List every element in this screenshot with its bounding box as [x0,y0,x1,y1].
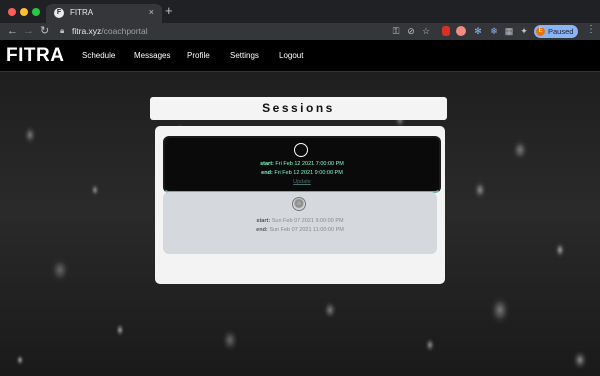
browser-toolbar: ← → ↻ 🔒︎ fitra.xyz/coachportal ⚿ ⊘ ☆ ✻ ❄… [0,23,600,40]
extension-snowflake-icon[interactable]: ❄ [488,25,500,37]
maximize-window-button[interactable] [32,8,40,16]
nav-logout[interactable]: Logout [279,51,303,61]
nav-settings[interactable]: Settings [230,51,259,61]
session-update-row: Update [165,179,439,186]
menu-icon[interactable]: ⋮ [586,24,596,35]
nav-profile[interactable]: Profile [187,51,210,61]
start-value: Sun Feb 07 2021 9:00:00 PM [271,218,344,224]
session-start: start: Sun Feb 07 2021 9:00:00 PM [163,218,437,225]
start-value: Fri Feb 12 2021 7:00:00 PM [275,161,344,167]
extension-pink-icon[interactable] [456,26,466,36]
new-tab-icon[interactable]: + [165,4,173,18]
puzzle-icon[interactable]: ✦ [518,25,530,37]
fitra-favicon-icon: F [54,8,64,18]
star-icon[interactable]: ☆ [420,25,432,37]
profile-button[interactable]: E Paused [534,25,578,38]
end-label: end: [261,170,273,176]
start-label: start: [256,218,271,224]
session-avatar-icon [292,197,306,211]
update-session-link[interactable]: Update [293,179,311,185]
site-navbar: FITRA Schedule Messages Profile Settings… [0,40,600,72]
reload-icon[interactable]: ↻ [40,24,49,38]
url-path: /coachportal [101,26,148,36]
tab-title: FITRA [70,8,94,17]
session-end: end: Sun Feb 07 2021 11:00:00 PM [163,227,437,234]
end-label: end: [256,227,268,233]
avatar: E [536,27,545,36]
session-card-upcoming[interactable]: start: Fri Feb 12 2021 7:00:00 PM end: F… [163,136,441,193]
forward-icon[interactable]: → [23,24,34,38]
sessions-list: start: Fri Feb 12 2021 7:00:00 PM end: F… [155,126,445,284]
brand-logo[interactable]: FITRA [6,45,64,67]
browser-tab-bar: F FITRA × + [0,0,600,23]
session-avatar-icon [294,143,308,157]
extension-grid-icon[interactable]: ▦ [503,25,515,37]
key-icon[interactable]: ⚿ [390,25,402,37]
nav-schedule[interactable]: Schedule [82,51,115,61]
profile-label: Paused [548,27,574,36]
page-background: FITRA Schedule Messages Profile Settings… [0,40,600,376]
tab-close-icon[interactable]: × [149,7,154,17]
start-label: start: [260,161,274,167]
session-card-past[interactable]: start: Sun Feb 07 2021 9:00:00 PM end: S… [163,192,437,254]
extension-gear-icon[interactable]: ✻ [472,25,484,37]
page-title: Sessions [150,97,447,120]
browser-tab[interactable]: F FITRA × [46,4,162,23]
url-host: fitra.xyz [72,26,102,36]
address-bar[interactable]: fitra.xyz/coachportal [72,26,148,36]
end-value: Fri Feb 12 2021 9:00:00 PM [274,170,343,176]
minimize-window-button[interactable] [20,8,28,16]
session-start: start: Fri Feb 12 2021 7:00:00 PM [165,161,439,168]
end-value: Sun Feb 07 2021 11:00:00 PM [269,227,344,233]
close-window-button[interactable] [8,8,16,16]
nav-messages[interactable]: Messages [134,51,170,61]
session-end: end: Fri Feb 12 2021 9:00:00 PM [165,170,439,177]
eye-off-icon[interactable]: ⊘ [405,25,417,37]
extension-red-icon[interactable] [442,26,450,36]
lock-icon[interactable]: 🔒︎ [60,26,64,36]
back-icon[interactable]: ← [7,24,18,38]
